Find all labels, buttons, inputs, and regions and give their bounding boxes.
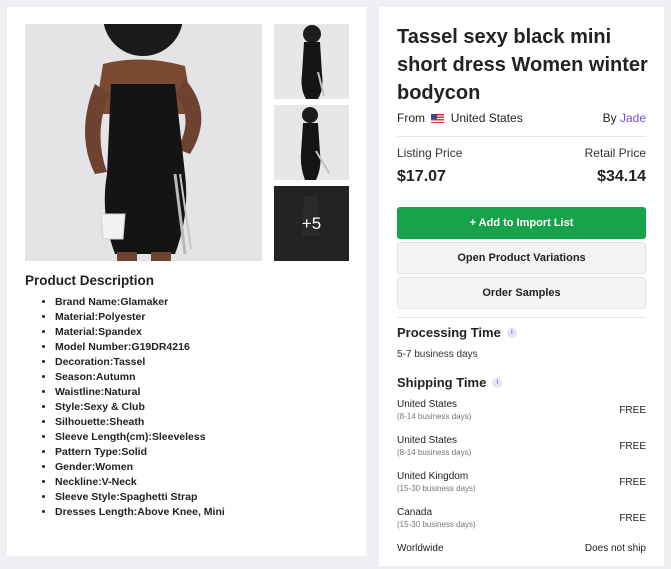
- processing-time-title: Processing Time: [397, 325, 501, 340]
- shipping-cost: FREE: [619, 477, 646, 488]
- product-title: Tassel sexy black mini short dress Women…: [397, 26, 648, 104]
- product-description-title: Product Description: [25, 273, 155, 288]
- shipping-row: Canada (15-30 business days) FREE: [397, 507, 646, 533]
- price-labels-row: Listing Price Retail Price: [397, 146, 646, 160]
- retail-price: $34.14: [597, 168, 646, 185]
- thumbnail-2-image: [274, 105, 349, 180]
- main-product-image[interactable]: [25, 24, 262, 261]
- more-images-count: +5: [274, 186, 349, 261]
- thumbnail-1[interactable]: [274, 24, 349, 99]
- shipping-country: Canada: [397, 507, 433, 518]
- shipping-country: Worldwide: [397, 543, 444, 554]
- shipping-country: United States: [397, 435, 458, 446]
- list-item: Model Number:G19DR4216: [55, 340, 225, 355]
- price-values-row: $17.07 $34.14: [397, 168, 646, 186]
- shipping-days: (15-30 business days): [397, 484, 476, 493]
- shipping-time-heading: Shipping Time i: [397, 375, 503, 390]
- divider: [397, 317, 646, 318]
- list-item: Sleeve Length(cm):Sleeveless: [55, 430, 225, 445]
- list-item: Sleeve Style:Spaghetti Strap: [55, 490, 225, 505]
- shipping-days: (8-14 business days): [397, 412, 472, 421]
- product-details-panel: Tassel sexy black mini short dress Women…: [379, 7, 664, 566]
- listing-price: $17.07: [397, 168, 446, 185]
- list-item: Decoration:Tassel: [55, 355, 225, 370]
- list-item: Dresses Length:Above Knee, Mini: [55, 505, 225, 520]
- shipping-cost: FREE: [619, 405, 646, 416]
- info-icon[interactable]: i: [506, 327, 517, 338]
- shipping-time-title: Shipping Time: [397, 375, 487, 390]
- list-item: Neckline:V-Neck: [55, 475, 225, 490]
- shipping-cost: Does not ship: [584, 543, 646, 554]
- open-product-variations-button[interactable]: Open Product Variations: [397, 242, 646, 274]
- retail-price-label: Retail Price: [584, 146, 646, 160]
- product-description-list: Brand Name:Glamaker Material:Polyester M…: [25, 295, 225, 520]
- origin-country: United States: [450, 111, 523, 125]
- list-item: Waistline:Natural: [55, 385, 225, 400]
- processing-time-value: 5-7 business days: [397, 349, 478, 360]
- order-samples-button[interactable]: Order Samples: [397, 277, 646, 309]
- processing-time-heading: Processing Time i: [397, 325, 517, 340]
- seller-link[interactable]: Jade: [620, 111, 646, 125]
- list-item: Style:Sexy & Club: [55, 400, 225, 415]
- list-item: Material:Spandex: [55, 325, 225, 340]
- shipping-country: United States: [397, 399, 458, 410]
- add-to-import-list-button[interactable]: + Add to Import List: [397, 207, 646, 239]
- thumbnail-1-image: [274, 24, 349, 99]
- shipping-cost: FREE: [619, 441, 646, 452]
- thumbnail-more[interactable]: +5: [274, 186, 349, 261]
- shipping-row: United States (8-14 business days) FREE: [397, 399, 646, 425]
- list-item: Brand Name:Glamaker: [55, 295, 225, 310]
- shipping-row: Worldwide Does not ship: [397, 543, 646, 569]
- info-icon[interactable]: i: [492, 377, 503, 388]
- origin-row: From United States By Jade: [397, 111, 646, 125]
- shipping-row: United Kingdom (15-30 business days) FRE…: [397, 471, 646, 497]
- origin-info: From United States: [397, 111, 523, 125]
- by-label: By: [602, 111, 617, 125]
- list-item: Gender:Women: [55, 460, 225, 475]
- thumbnail-2[interactable]: [274, 105, 349, 180]
- divider: [397, 136, 646, 137]
- shipping-row: United States (8-14 business days) FREE: [397, 435, 646, 461]
- shipping-days: (8-14 business days): [397, 448, 472, 457]
- shipping-country: United Kingdom: [397, 471, 469, 482]
- dress-photo-illustration: [25, 24, 262, 261]
- us-flag-icon: [431, 114, 445, 123]
- shipping-cost: FREE: [619, 513, 646, 524]
- list-item: Material:Polyester: [55, 310, 225, 325]
- product-gallery-panel: +5 Product Description Brand Name:Glamak…: [7, 7, 366, 556]
- seller-info: By Jade: [603, 111, 646, 125]
- shipping-days: (15-30 business days): [397, 520, 476, 529]
- list-item: Season:Autumn: [55, 370, 225, 385]
- list-item: Silhouette:Sheath: [55, 415, 225, 430]
- listing-price-label: Listing Price: [397, 146, 463, 160]
- list-item: Pattern Type:Solid: [55, 445, 225, 460]
- from-label: From: [397, 111, 425, 125]
